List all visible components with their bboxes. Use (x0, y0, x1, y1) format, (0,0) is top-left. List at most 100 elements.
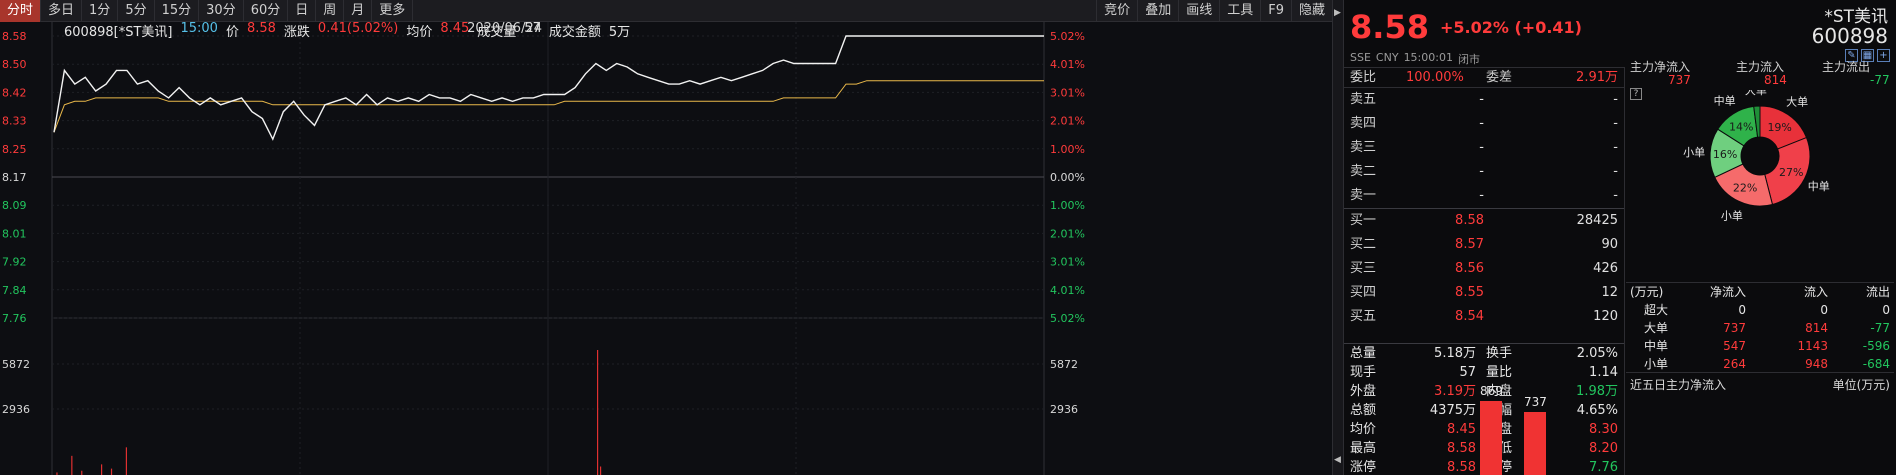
info-price-label: 价 (225, 25, 239, 40)
sell-levels: 卖五 - - 卖四 - - 卖三 - - 卖二 - - 卖一 - - (1344, 88, 1624, 209)
period-tab-2[interactable]: 1分 (82, 0, 119, 22)
market-status: SSE CNY 15:00:01 闭市 (1350, 51, 1480, 67)
chevron-left-icon[interactable]: ◀ (1334, 455, 1341, 465)
buy-label: 买三 (1350, 261, 1377, 276)
pie-slice-pct: 27% (1779, 166, 1803, 179)
flow-table: (万元) 净流入 流入 流出 超大 0 0 0 大单 737 814 -77 中单 547 1143 -596… (1626, 282, 1894, 373)
price-tick-label: 8.25 (2, 143, 27, 156)
order-book: 委比 100.00% 委差 2.91万 卖五 - - 卖四 - - 卖三 - - 卖二 - - 卖一 - -… (1344, 67, 1624, 329)
sell-label: 卖一 (1350, 188, 1377, 203)
pie-slice-pct: 16% (1713, 148, 1737, 161)
stat-v1: 8.45 (1447, 422, 1476, 437)
tool-button-5[interactable]: 隐藏 (1290, 0, 1332, 22)
buy-price: 8.56 (1455, 261, 1484, 276)
flow-cell-name: 大单 (1644, 321, 1669, 335)
flow-cell-out: -684 (1862, 357, 1890, 371)
flow-in-value: 814 (1764, 73, 1787, 87)
info-amount: 5万 (608, 25, 631, 40)
pie-slice-name: 小单 (1683, 146, 1705, 159)
sell-price: - (1479, 188, 1484, 203)
flow-net-value: 737 (1668, 73, 1691, 87)
period-tab-0[interactable]: 分时 (0, 0, 42, 22)
chart-date: 2020/06/24 (467, 21, 542, 36)
period-tab-7[interactable]: 日 (288, 0, 317, 22)
buy-level-2: 买二 8.57 90 (1344, 233, 1624, 257)
stat-l2: 换手 (1486, 346, 1513, 361)
flow-cell-name: 小单 (1644, 357, 1669, 371)
info-change-label: 涨跌 (283, 25, 310, 40)
pct-tick-label: 1.00% (1050, 199, 1085, 212)
panel-price: 8.58 (1350, 8, 1429, 46)
info-time: 15:00 (180, 21, 218, 36)
stat-v2: 1.98万 (1576, 384, 1618, 399)
tool-button-3[interactable]: 工具 (1219, 0, 1260, 22)
flow-cell-out: -596 (1862, 339, 1890, 353)
pct-tick-label: 3.01% (1050, 86, 1085, 99)
flow-table-row: 中单 547 1143 -596 (1626, 337, 1894, 355)
stat-v1: 8.58 (1447, 441, 1476, 456)
sell-vol: - (1613, 164, 1618, 179)
tool-button-4[interactable]: F9 (1260, 0, 1291, 22)
stat-row: 现手 57 量比 1.14 (1344, 363, 1624, 382)
flow-cell-name: 中单 (1644, 339, 1669, 353)
stat-l1: 总额 (1350, 403, 1377, 418)
stat-v1: 3.19万 (1434, 384, 1476, 399)
flow-cell-net: 737 (1723, 321, 1746, 335)
pie-slice-name: 大单 (1786, 94, 1808, 108)
flow-out-value: -77 (1870, 73, 1890, 87)
weicha-label: 委差 (1486, 70, 1513, 85)
quote-info-line: 600898[*ST美讯] 15:00 价 8.58 涨跌 0.41(5.02%… (64, 21, 631, 40)
period-tab-5[interactable]: 30分 (199, 0, 244, 22)
sell-vol: - (1613, 92, 1618, 107)
buy-vol: 28425 (1576, 213, 1618, 228)
pct-tick-label: 4.01% (1050, 284, 1085, 297)
sell-price: - (1479, 140, 1484, 155)
panel-stock-code: 600898 (1811, 24, 1888, 48)
panel-collapse-strip[interactable]: ▶ ◀ (1332, 0, 1344, 475)
period-tab-6[interactable]: 60分 (244, 0, 289, 22)
sell-price: - (1479, 116, 1484, 131)
average-price-line (53, 80, 1044, 133)
period-tab-4[interactable]: 15分 (155, 0, 200, 22)
tool-button-2[interactable]: 画线 (1178, 0, 1219, 22)
period-tab-9[interactable]: 月 (344, 0, 373, 22)
five-day-header: 近五日主力净流入 单位(万元) (1626, 372, 1894, 392)
quote-panel: 8.58 +5.02% (+0.41) *ST美讯 600898 SSE CNY… (1344, 0, 1896, 475)
buy-label: 买二 (1350, 237, 1377, 252)
five-day-bar (1524, 412, 1546, 475)
chevron-right-icon[interactable]: ▶ (1334, 8, 1341, 18)
flow-header-cell: 净流入 (1709, 285, 1746, 299)
sell-vol: - (1613, 140, 1618, 155)
period-tab-10[interactable]: 更多 (372, 0, 414, 22)
flow-cell-out: -77 (1870, 321, 1890, 335)
buy-label: 买四 (1350, 285, 1377, 300)
stat-l1: 涨停 (1350, 460, 1377, 475)
flow-cell-net: 0 (1738, 303, 1746, 317)
five-day-title: 近五日主力净流入 (1630, 378, 1727, 392)
stat-l1: 现手 (1350, 365, 1377, 380)
pie-slice-pct: 19% (1767, 121, 1791, 134)
tool-button-1[interactable]: 叠加 (1137, 0, 1178, 22)
stat-l1: 总量 (1350, 346, 1377, 361)
weicha-value: 2.91万 (1576, 70, 1618, 85)
buy-price: 8.55 (1455, 285, 1484, 300)
buy-vol: 426 (1593, 261, 1618, 276)
period-tab-1[interactable]: 多日 (41, 0, 83, 22)
info-avg: 8.45 (440, 21, 470, 36)
stock-terminal: 分时 多日 1分 5分 15分 30分 60分日周月更多 竞价 叠加 画线 工具 F9 隐藏 8.58 5… (0, 0, 1896, 475)
flow-table-row: 大单 737 814 -77 (1626, 319, 1894, 337)
stat-l1: 最高 (1350, 441, 1377, 456)
tool-button-0[interactable]: 竞价 (1096, 0, 1137, 22)
flow-header-cell: (万元) (1630, 285, 1664, 299)
period-tab-8[interactable]: 周 (316, 0, 345, 22)
intraday-chart[interactable]: 8.58 5.02% 8.50 4.01% 8.42 3.01% 8.33 2.01% 8.25… (0, 22, 1332, 475)
flow-out-label: 主力流出 (1822, 60, 1871, 74)
period-tab-3[interactable]: 5分 (118, 0, 155, 22)
sell-label: 卖二 (1350, 164, 1377, 179)
pct-tick-label: 1.00% (1050, 143, 1085, 156)
buy-vol: 120 (1593, 309, 1618, 324)
five-day-bar-label: 737 (1524, 395, 1547, 409)
sell-price: - (1479, 164, 1484, 179)
intraday-chart-svg: 8.58 5.02% 8.50 4.01% 8.42 3.01% 8.33 2.01% 8.25… (2, 22, 1085, 475)
flow-cell-net: 264 (1723, 357, 1746, 371)
